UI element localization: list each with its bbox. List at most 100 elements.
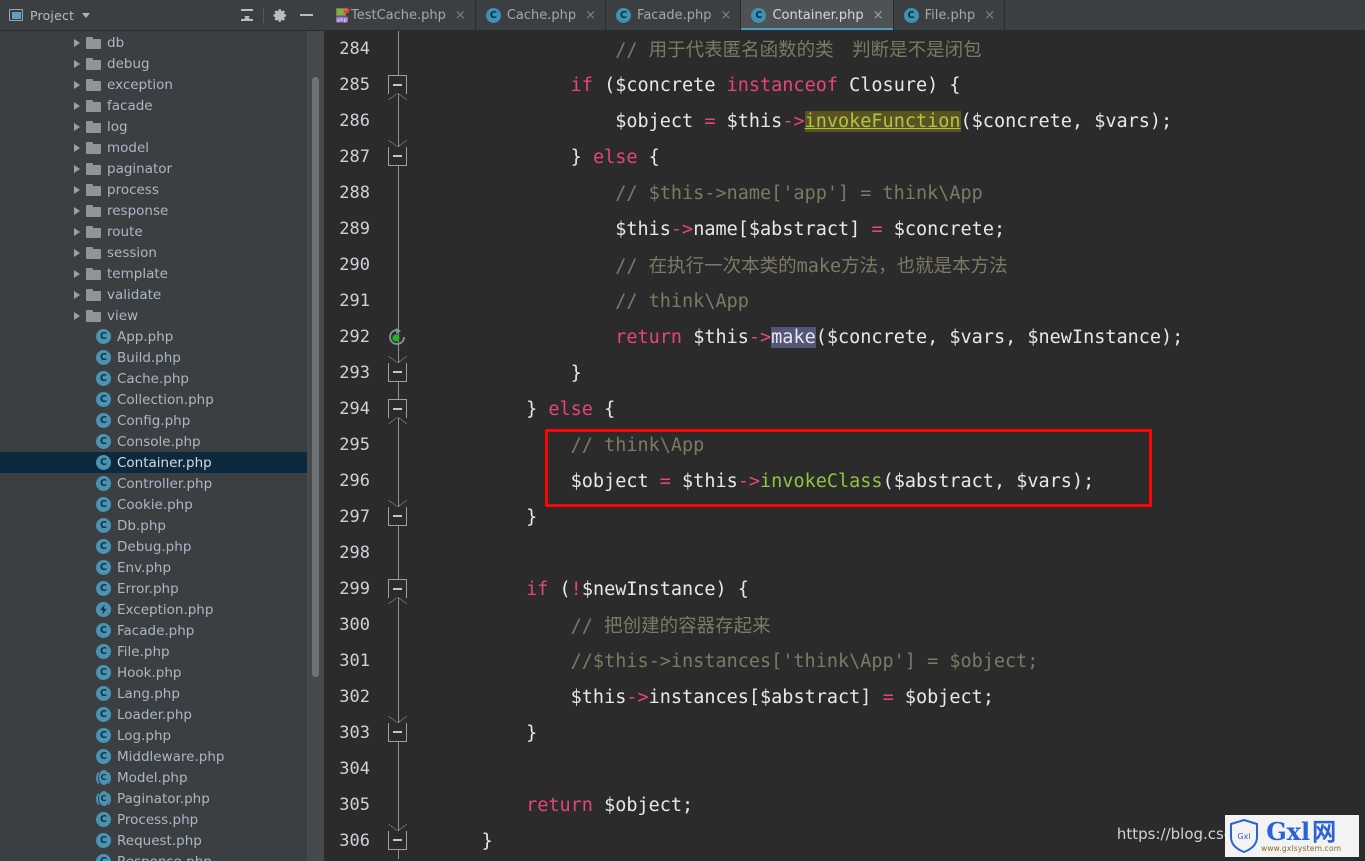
gutter-area[interactable] bbox=[380, 535, 437, 571]
editor-tab-close-icon[interactable]: × bbox=[873, 9, 884, 22]
code-line[interactable]: 285 if ($concrete instanceof Closure) { bbox=[325, 67, 1365, 103]
code-line[interactable]: 301 //$this->instances['think\App'] = $o… bbox=[325, 643, 1365, 679]
editor-tab-container[interactable]: C Container.php × bbox=[741, 0, 894, 30]
tree-item-error-php[interactable]: C Error.php bbox=[0, 578, 324, 599]
tree-item-env-php[interactable]: C Env.php bbox=[0, 557, 324, 578]
gutter-area[interactable] bbox=[380, 103, 437, 139]
tree-item-view[interactable]: view bbox=[0, 305, 324, 326]
tree-item-paginator-php[interactable]: (C) Paginator.php bbox=[0, 788, 324, 809]
code-line[interactable]: 296 $object = $this->invokeClass($abstra… bbox=[325, 463, 1365, 499]
gutter-area[interactable] bbox=[380, 787, 437, 823]
tree-item-hook-php[interactable]: C Hook.php bbox=[0, 662, 324, 683]
tree-item-facade[interactable]: facade bbox=[0, 95, 324, 116]
gutter-area[interactable] bbox=[380, 283, 437, 319]
minimize-icon[interactable] bbox=[293, 2, 319, 28]
gutter-area[interactable] bbox=[380, 679, 437, 715]
code-editor[interactable]: 284 // 用于代表匿名函数的类 判断是不是闭包 285 if ($concre… bbox=[325, 31, 1365, 861]
chevron-right-icon[interactable] bbox=[74, 143, 80, 152]
sidebar-scrollbar-thumb[interactable] bbox=[312, 77, 319, 677]
gutter-area[interactable] bbox=[380, 427, 437, 463]
code-line[interactable]: 297 } bbox=[325, 499, 1365, 535]
editor-tab-testcache[interactable]: php TestCache.php × bbox=[325, 0, 476, 30]
code-line[interactable]: 289 $this->name[$abstract] = $concrete; bbox=[325, 211, 1365, 247]
gutter-area[interactable] bbox=[380, 499, 437, 535]
gutter-area[interactable] bbox=[380, 355, 437, 391]
chevron-right-icon[interactable] bbox=[74, 59, 80, 68]
tree-item-log-php[interactable]: C Log.php bbox=[0, 725, 324, 746]
tree-item-paginator[interactable]: paginator bbox=[0, 158, 324, 179]
gutter-area[interactable] bbox=[380, 751, 437, 787]
gutter-area[interactable] bbox=[380, 139, 437, 175]
editor-tab-close-icon[interactable]: × bbox=[721, 9, 732, 22]
tree-item-loader-php[interactable]: C Loader.php bbox=[0, 704, 324, 725]
tree-item-process-php[interactable]: C Process.php bbox=[0, 809, 324, 830]
tree-item-route[interactable]: route bbox=[0, 221, 324, 242]
code-line[interactable]: 284 // 用于代表匿名函数的类 判断是不是闭包 bbox=[325, 31, 1365, 67]
chevron-right-icon[interactable] bbox=[74, 185, 80, 194]
chevron-right-icon[interactable] bbox=[74, 164, 80, 173]
chevron-right-icon[interactable] bbox=[74, 269, 80, 278]
code-line[interactable]: 288 // $this->name['app'] = think\App bbox=[325, 175, 1365, 211]
fold-end-icon[interactable] bbox=[388, 500, 407, 526]
tree-item-session[interactable]: session bbox=[0, 242, 324, 263]
tree-item-build-php[interactable]: C Build.php bbox=[0, 347, 324, 368]
chevron-down-icon[interactable] bbox=[82, 12, 91, 18]
chevron-right-icon[interactable] bbox=[74, 311, 80, 320]
tree-item-debug-php[interactable]: C Debug.php bbox=[0, 536, 324, 557]
fold-end-icon[interactable] bbox=[388, 140, 407, 166]
tree-item-collection-php[interactable]: C Collection.php bbox=[0, 389, 324, 410]
tree-item-cache-php[interactable]: C Cache.php bbox=[0, 368, 324, 389]
tree-item-lang-php[interactable]: C Lang.php bbox=[0, 683, 324, 704]
editor-tab-close-icon[interactable]: × bbox=[585, 9, 596, 22]
editor-tab-file[interactable]: C File.php × bbox=[893, 0, 1006, 30]
tree-item-db-php[interactable]: C Db.php bbox=[0, 515, 324, 536]
gutter-area[interactable] bbox=[380, 823, 437, 859]
tree-item-app-php[interactable]: C App.php bbox=[0, 326, 324, 347]
tree-item-middleware-php[interactable]: C Middleware.php bbox=[0, 746, 324, 767]
gutter-area[interactable] bbox=[380, 319, 437, 355]
code-line[interactable]: 293 } bbox=[325, 355, 1365, 391]
chevron-right-icon[interactable] bbox=[74, 206, 80, 215]
tree-item-template[interactable]: template bbox=[0, 263, 324, 284]
gutter-area[interactable] bbox=[380, 175, 437, 211]
tree-item-log[interactable]: log bbox=[0, 116, 324, 137]
tree-item-response-php[interactable]: C Response.php bbox=[0, 851, 324, 861]
tree-item-model-php[interactable]: (C) Model.php bbox=[0, 767, 324, 788]
code-line[interactable]: 294 } else { bbox=[325, 391, 1365, 427]
code-line[interactable]: 287 } else { bbox=[325, 139, 1365, 175]
recursive-call-icon[interactable] bbox=[387, 327, 407, 347]
fold-start-icon[interactable] bbox=[388, 75, 407, 100]
gutter-area[interactable] bbox=[380, 391, 437, 427]
tree-item-facade-php[interactable]: C Facade.php bbox=[0, 620, 324, 641]
gutter-area[interactable] bbox=[380, 67, 437, 103]
fold-start-icon[interactable] bbox=[388, 399, 407, 424]
chevron-right-icon[interactable] bbox=[74, 101, 80, 110]
code-line[interactable]: 299 if (!$newInstance) { bbox=[325, 571, 1365, 607]
gutter-area[interactable] bbox=[380, 715, 437, 751]
editor-tab-cache[interactable]: C Cache.php × bbox=[475, 0, 607, 30]
chevron-right-icon[interactable] bbox=[74, 80, 80, 89]
tree-item-container-php[interactable]: C Container.php bbox=[0, 452, 324, 473]
fold-end-icon[interactable] bbox=[388, 824, 407, 850]
code-line[interactable]: 302 $this->instances[$abstract] = $objec… bbox=[325, 679, 1365, 715]
chevron-right-icon[interactable] bbox=[74, 227, 80, 236]
tree-item-validate[interactable]: validate bbox=[0, 284, 324, 305]
collapse-all-icon[interactable] bbox=[234, 2, 260, 28]
gutter-area[interactable] bbox=[380, 247, 437, 283]
code-line[interactable]: 286 $object = $this->invokeFunction($con… bbox=[325, 103, 1365, 139]
editor-tab-close-icon[interactable]: × bbox=[455, 9, 466, 22]
tree-item-cookie-php[interactable]: C Cookie.php bbox=[0, 494, 324, 515]
editor-tab-facade[interactable]: C Facade.php × bbox=[606, 0, 742, 30]
tree-item-config-php[interactable]: C Config.php bbox=[0, 410, 324, 431]
gutter-area[interactable] bbox=[380, 607, 437, 643]
chevron-right-icon[interactable] bbox=[74, 248, 80, 257]
code-line[interactable]: 303 } bbox=[325, 715, 1365, 751]
code-line[interactable]: 300 // 把创建的容器存起来 bbox=[325, 607, 1365, 643]
chevron-right-icon[interactable] bbox=[74, 122, 80, 131]
code-line[interactable]: 304 bbox=[325, 751, 1365, 787]
tree-item-exception[interactable]: exception bbox=[0, 74, 324, 95]
gutter-area[interactable] bbox=[380, 571, 437, 607]
chevron-right-icon[interactable] bbox=[74, 38, 80, 47]
code-line[interactable]: 295 // think\App bbox=[325, 427, 1365, 463]
gutter-area[interactable] bbox=[380, 463, 437, 499]
